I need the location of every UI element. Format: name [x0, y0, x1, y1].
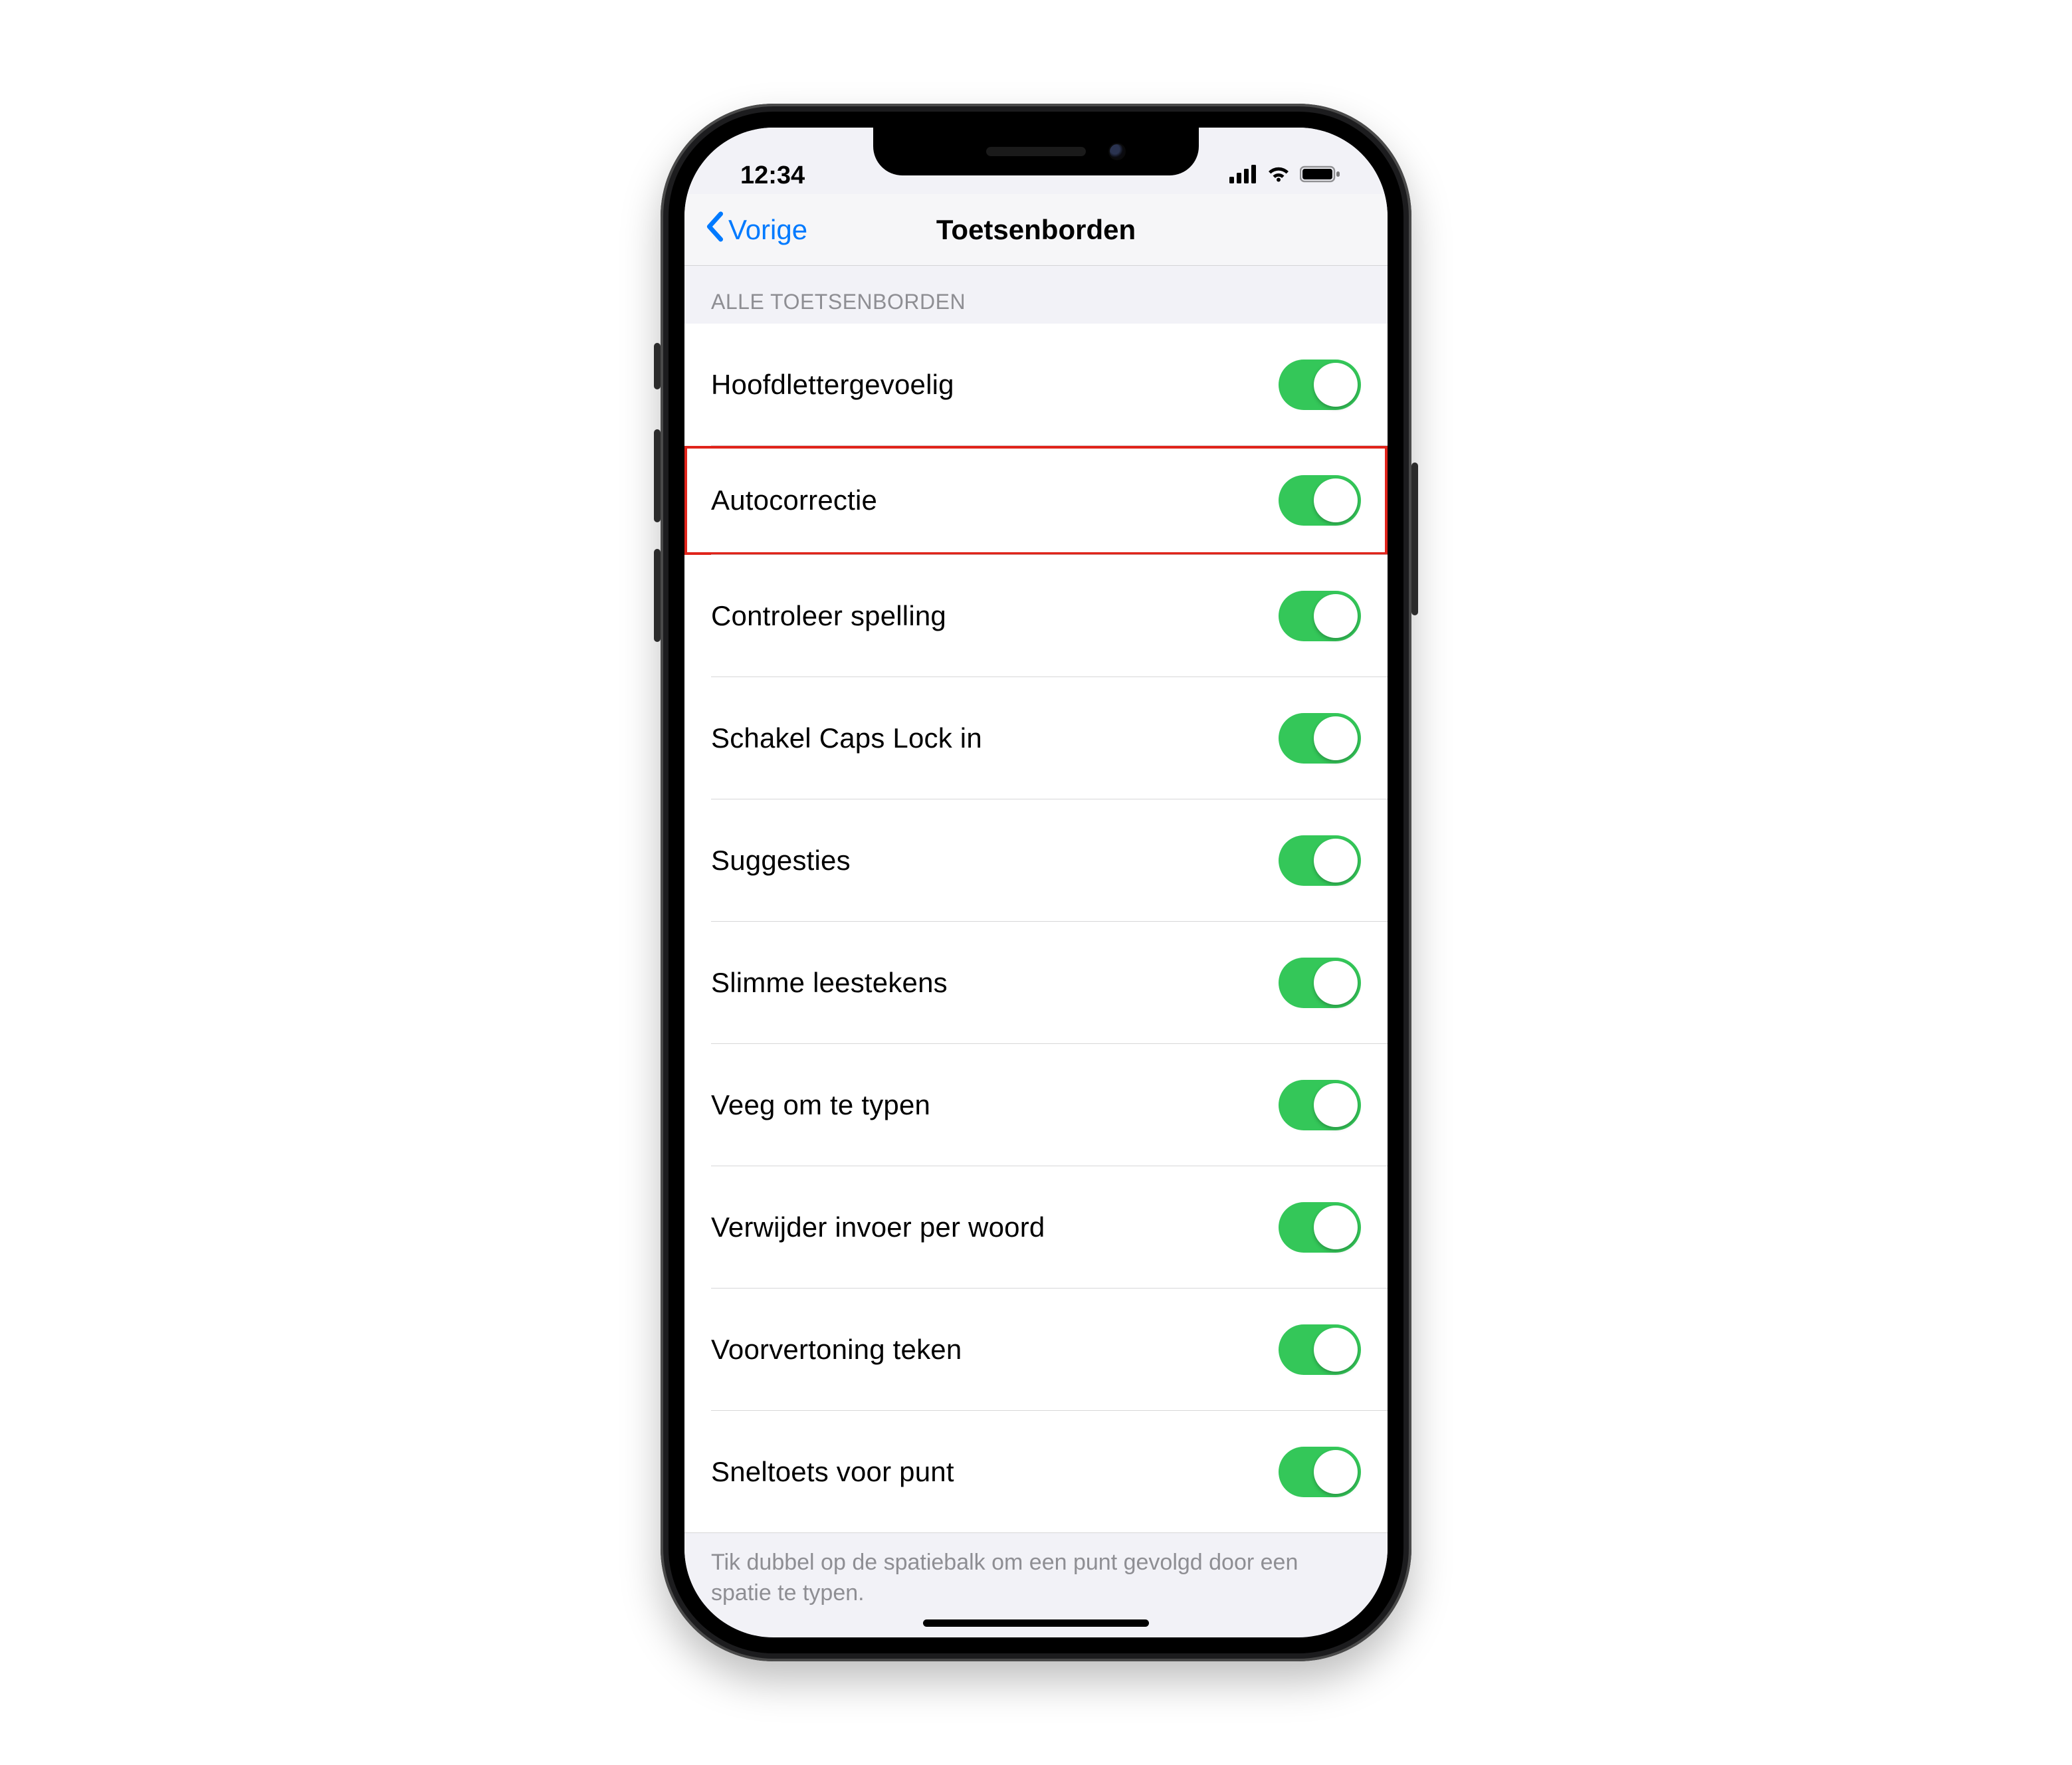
settings-row-label: Voorvertoning teken: [711, 1334, 962, 1366]
volume-up-button: [654, 429, 661, 522]
notch: [873, 128, 1199, 175]
settings-row: Controleer spelling: [684, 555, 1388, 677]
settings-group: Hoofdlettergevoelig Autocorrectie Controle…: [684, 324, 1388, 1533]
settings-row: Verwijder invoer per woord: [684, 1166, 1388, 1289]
toggle-switch[interactable]: [1279, 835, 1361, 886]
battery-icon: [1300, 161, 1341, 190]
toggle-switch[interactable]: [1279, 1202, 1361, 1253]
cellular-icon: [1229, 161, 1257, 190]
toggle-switch[interactable]: [1279, 713, 1361, 764]
back-label: Vorige: [728, 214, 807, 246]
settings-row: Veeg om te typen: [684, 1044, 1388, 1166]
toggle-switch[interactable]: [1279, 360, 1361, 410]
power-button: [1411, 463, 1418, 615]
settings-row-label: Slimme leestekens: [711, 967, 948, 999]
settings-row: Suggesties: [684, 799, 1388, 922]
front-camera: [1108, 143, 1126, 160]
toggle-switch[interactable]: [1279, 1080, 1361, 1130]
volume-down-button: [654, 549, 661, 642]
settings-row-label: Veeg om te typen: [711, 1089, 930, 1121]
home-indicator[interactable]: [923, 1619, 1149, 1627]
settings-row-label: Suggesties: [711, 845, 851, 877]
status-time: 12:34: [723, 161, 805, 190]
nav-title: Toetsenborden: [936, 214, 1136, 246]
wifi-icon: [1265, 161, 1292, 190]
toggle-switch[interactable]: [1279, 591, 1361, 641]
mute-switch: [654, 343, 661, 389]
settings-row-label: Controleer spelling: [711, 600, 946, 632]
section-header: ALLE TOETSENBORDEN: [684, 266, 1388, 324]
nav-bar: Vorige Toetsenborden: [684, 194, 1388, 266]
settings-row: Sneltoets voor punt: [684, 1411, 1388, 1533]
settings-row-label: Autocorrectie: [711, 484, 877, 516]
settings-content[interactable]: ALLE TOETSENBORDEN Hoofdlettergevoelig Au…: [684, 266, 1388, 1637]
toggle-switch[interactable]: [1279, 958, 1361, 1008]
speaker-grille: [986, 147, 1086, 156]
settings-row: Schakel Caps Lock in: [684, 677, 1388, 799]
toggle-switch[interactable]: [1279, 475, 1361, 526]
settings-row: Hoofdlettergevoelig: [684, 324, 1388, 446]
toggle-switch[interactable]: [1279, 1447, 1361, 1497]
phone-frame: 12:34: [661, 104, 1411, 1661]
settings-row: Slimme leestekens: [684, 922, 1388, 1044]
settings-row-label: Hoofdlettergevoelig: [711, 369, 954, 401]
settings-row: Voorvertoning teken: [684, 1289, 1388, 1411]
toggle-switch[interactable]: [1279, 1324, 1361, 1375]
back-button[interactable]: Vorige: [694, 194, 818, 265]
settings-row-label: Verwijder invoer per woord: [711, 1211, 1045, 1243]
chevron-left-icon: [704, 211, 724, 249]
screen: 12:34: [684, 128, 1388, 1637]
settings-row-label: Sneltoets voor punt: [711, 1456, 954, 1488]
settings-row: Autocorrectie: [684, 446, 1388, 555]
settings-row-label: Schakel Caps Lock in: [711, 722, 982, 754]
